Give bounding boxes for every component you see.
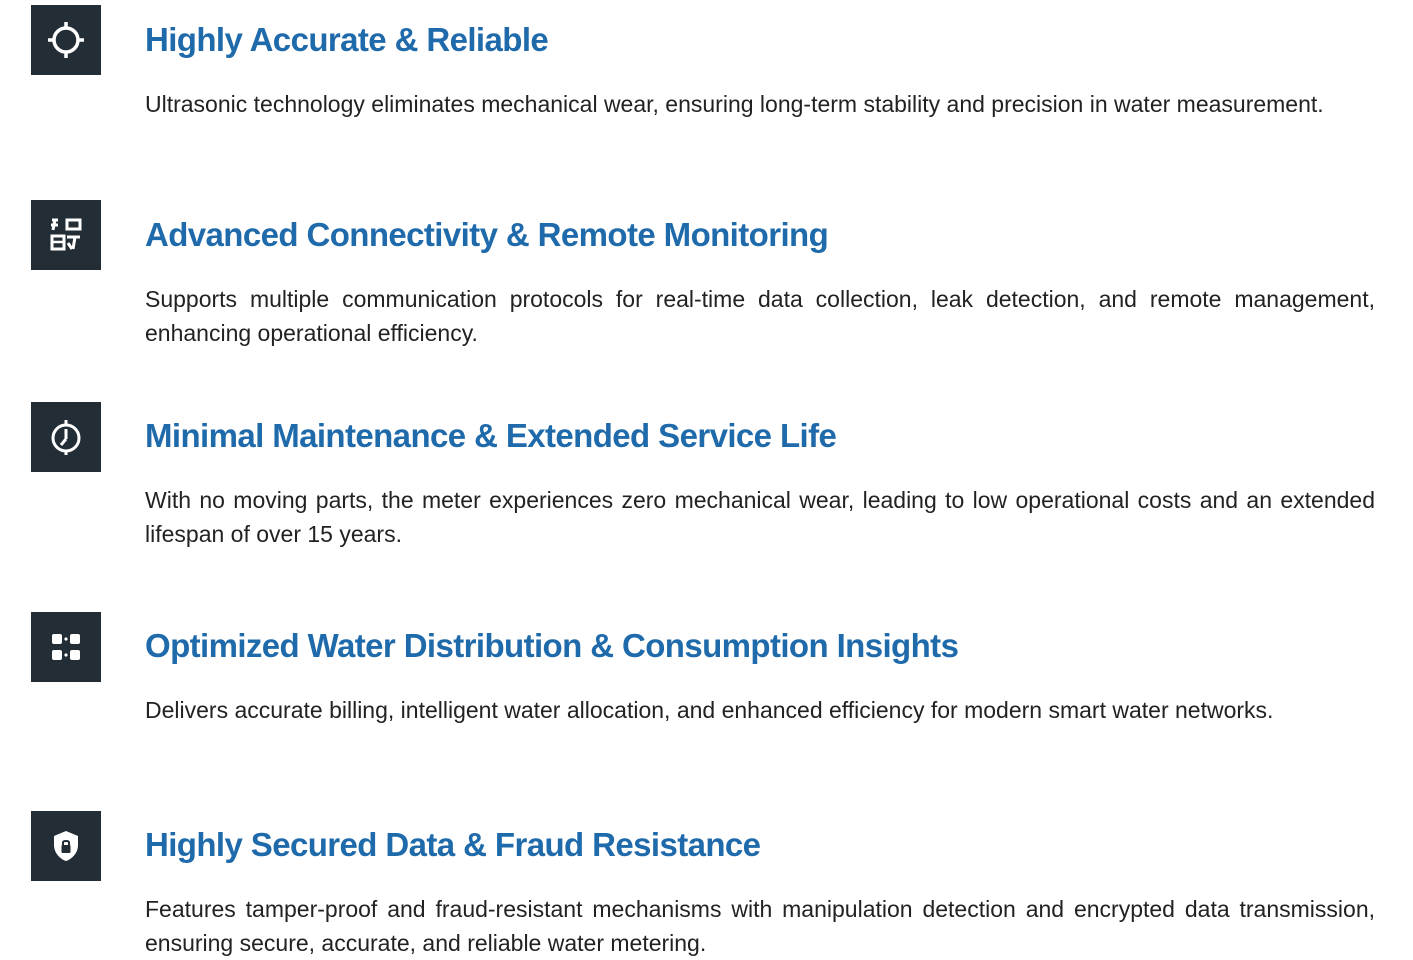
feature-description: With no moving parts, the meter experien… [145, 487, 1375, 547]
network-connectivity-icon [31, 200, 101, 270]
crosshair-target-icon [31, 5, 101, 75]
feature-description: Supports multiple communication protocol… [145, 286, 1375, 346]
feature-title: Optimized Water Distribution & Consumpti… [145, 627, 959, 664]
feature-description: Features tamper-proof and fraud-resistan… [145, 896, 1375, 956]
feature-description: Ultrasonic technology eliminates mechani… [145, 91, 1324, 117]
feature-title: Advanced Connectivity & Remote Monitorin… [145, 216, 829, 253]
shield-lock-icon [31, 811, 101, 881]
distribution-nodes-icon [31, 612, 101, 682]
feature-title: Highly Secured Data & Fraud Resistance [145, 826, 761, 863]
clock-timer-icon [31, 402, 101, 472]
feature-title: Highly Accurate & Reliable [145, 21, 549, 58]
feature-title: Minimal Maintenance & Extended Service L… [145, 417, 837, 454]
feature-description: Delivers accurate billing, intelligent w… [145, 697, 1274, 723]
